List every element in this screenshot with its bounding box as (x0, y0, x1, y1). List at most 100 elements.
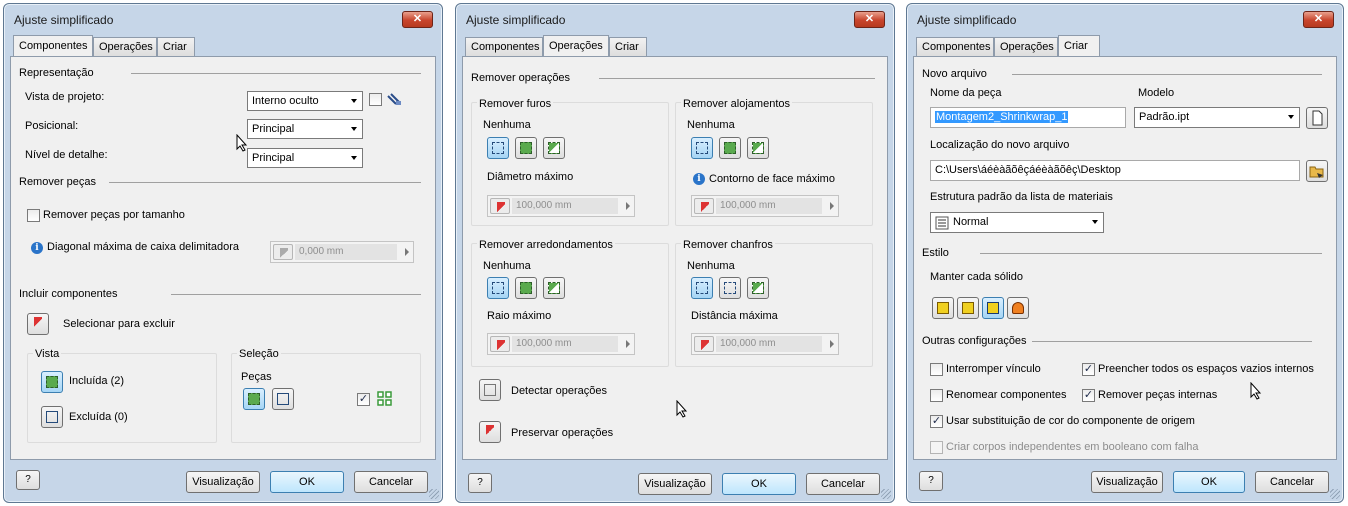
resize-grip[interactable] (1330, 489, 1340, 499)
cancelar-button[interactable]: Cancelar (354, 471, 428, 493)
none-icon (696, 142, 708, 154)
tab-componentes[interactable]: Componentes (916, 37, 994, 57)
furos-param-label: Diâmetro máximo (487, 171, 574, 183)
detectar-button[interactable] (479, 379, 501, 401)
cancelar-button[interactable]: Cancelar (806, 473, 880, 495)
estrutura-select[interactable]: Normal (930, 212, 1104, 233)
arred-param-label: Raio máximo (487, 310, 552, 322)
style-merge-button[interactable] (957, 297, 979, 319)
aloj-all-button[interactable] (719, 137, 741, 159)
selecionar-excluir-button[interactable] (27, 313, 49, 335)
pecas-pick-button[interactable] (272, 388, 294, 410)
arred-range-button[interactable] (543, 277, 565, 299)
tab-componentes[interactable]: Componentes (465, 37, 543, 57)
pick-icon[interactable] (490, 336, 510, 352)
localizacao-input[interactable]: C:\Users\áéèàãõêçáéèàãõêç\Desktop (930, 160, 1300, 181)
interromper-checkbox[interactable] (930, 363, 943, 376)
chanf-all-button[interactable] (719, 277, 741, 299)
remover-internas-checkbox[interactable]: ✓ (1082, 389, 1095, 402)
tab-panel: Remover operações Remover furos Nenhuma … (462, 56, 888, 460)
tab-criar[interactable]: Criar (157, 37, 195, 57)
help-button[interactable]: ? (16, 470, 40, 490)
incluida-button[interactable] (41, 371, 63, 393)
usar-subst-checkbox[interactable]: ✓ (930, 415, 943, 428)
vista-projeto-select[interactable]: Interno oculto (247, 91, 363, 111)
tab-operacoes[interactable]: Operações (543, 35, 609, 56)
pick-icon[interactable] (273, 244, 293, 260)
resize-grip[interactable] (881, 489, 891, 499)
style-surface-button[interactable] (982, 297, 1004, 319)
criar-corpos-checkbox[interactable] (930, 441, 943, 454)
arred-all-button[interactable] (515, 277, 537, 299)
visualizacao-button[interactable]: Visualização (638, 473, 712, 495)
modelo-select[interactable]: Padrão.ipt (1134, 107, 1300, 128)
vista-projeto-label: Vista de projeto: (25, 91, 105, 103)
cancelar-button[interactable]: Cancelar (1255, 471, 1329, 493)
tab-operacoes[interactable]: Operações (994, 37, 1058, 57)
aloj-none-button[interactable] (691, 137, 713, 159)
visualizacao-button[interactable]: Visualização (186, 471, 260, 493)
diagonal-spinner[interactable]: 0,000 mm (270, 241, 414, 263)
furos-spinner[interactable]: 100,000 mm (487, 195, 635, 217)
ok-button[interactable]: OK (270, 471, 344, 493)
chanf-none-button[interactable] (691, 277, 713, 299)
grid-icon[interactable] (377, 391, 393, 407)
pecas-checkbox[interactable]: ✓ (357, 393, 370, 406)
style-shell-button[interactable] (1007, 297, 1029, 319)
furos-none-button[interactable] (487, 137, 509, 159)
furos-all-button[interactable] (515, 137, 537, 159)
tab-operacoes[interactable]: Operações (93, 37, 157, 57)
criar-corpos-label: Criar corpos independentes em booleano c… (946, 441, 1199, 453)
help-button[interactable]: ? (468, 473, 492, 493)
visualizacao-button[interactable]: Visualização (1091, 471, 1163, 493)
chevron-right-icon[interactable] (626, 202, 630, 210)
section-incluir: Incluir componentes (19, 288, 118, 300)
preencher-label: Preencher todos os espaços vazios intern… (1098, 363, 1314, 375)
tab-criar[interactable]: Criar (1058, 35, 1100, 56)
pick-icon[interactable] (694, 198, 714, 214)
browse-folder-button[interactable] (1306, 160, 1328, 182)
close-button[interactable]: ✕ (402, 11, 433, 28)
preencher-checkbox[interactable]: ✓ (1082, 363, 1095, 376)
chevron-right-icon[interactable] (830, 202, 834, 210)
chevron-right-icon[interactable] (405, 248, 409, 256)
furos-range-button[interactable] (543, 137, 565, 159)
aloj-spinner[interactable]: 100,000 mm (691, 195, 839, 217)
pick-icon[interactable] (490, 198, 510, 214)
tab-criar[interactable]: Criar (609, 37, 647, 57)
chanf-spinner[interactable]: 100,000 mm (691, 333, 839, 355)
ok-button[interactable]: OK (1173, 471, 1245, 493)
chevron-right-icon[interactable] (626, 340, 630, 348)
arred-spinner[interactable]: 100,000 mm (487, 333, 635, 355)
style-solid-button[interactable] (932, 297, 954, 319)
close-button[interactable]: ✕ (854, 11, 885, 28)
arred-none-button[interactable] (487, 277, 509, 299)
ok-button[interactable]: OK (722, 473, 796, 495)
resize-grip[interactable] (429, 489, 439, 499)
close-button[interactable]: ✕ (1303, 11, 1334, 28)
shell-icon (1012, 302, 1024, 314)
aloj-nenhuma: Nenhuma (687, 119, 735, 131)
pecas-select-button[interactable] (243, 388, 265, 410)
posicional-select[interactable]: Principal (247, 119, 363, 139)
diagonal-value: 0,000 mm (295, 244, 397, 260)
renomear-checkbox[interactable] (930, 389, 943, 402)
tab-componentes[interactable]: Componentes (13, 35, 93, 56)
new-file-button[interactable] (1306, 107, 1328, 129)
excluida-button[interactable] (41, 406, 63, 428)
preservar-button[interactable] (479, 421, 501, 443)
remover-por-tamanho-checkbox[interactable] (27, 209, 40, 222)
chevron-right-icon[interactable] (830, 340, 834, 348)
help-button[interactable]: ? (919, 471, 943, 491)
glasses-icon[interactable] (387, 93, 403, 107)
remover-por-tamanho-label: Remover peças por tamanho (43, 209, 185, 221)
nivel-detalhe-select[interactable]: Principal (247, 148, 363, 168)
nome-peca-input[interactable]: Montagem2_Shrinkwrap_1 (930, 107, 1126, 128)
aloj-range-button[interactable] (747, 137, 769, 159)
remover-internas-label: Remover peças internas (1098, 389, 1218, 401)
vista-projeto-checkbox[interactable] (369, 93, 382, 106)
chanf-range-button[interactable] (747, 277, 769, 299)
pick-icon[interactable] (694, 336, 714, 352)
range-icon (548, 142, 560, 154)
incluida-label: Incluída (2) (69, 375, 125, 387)
